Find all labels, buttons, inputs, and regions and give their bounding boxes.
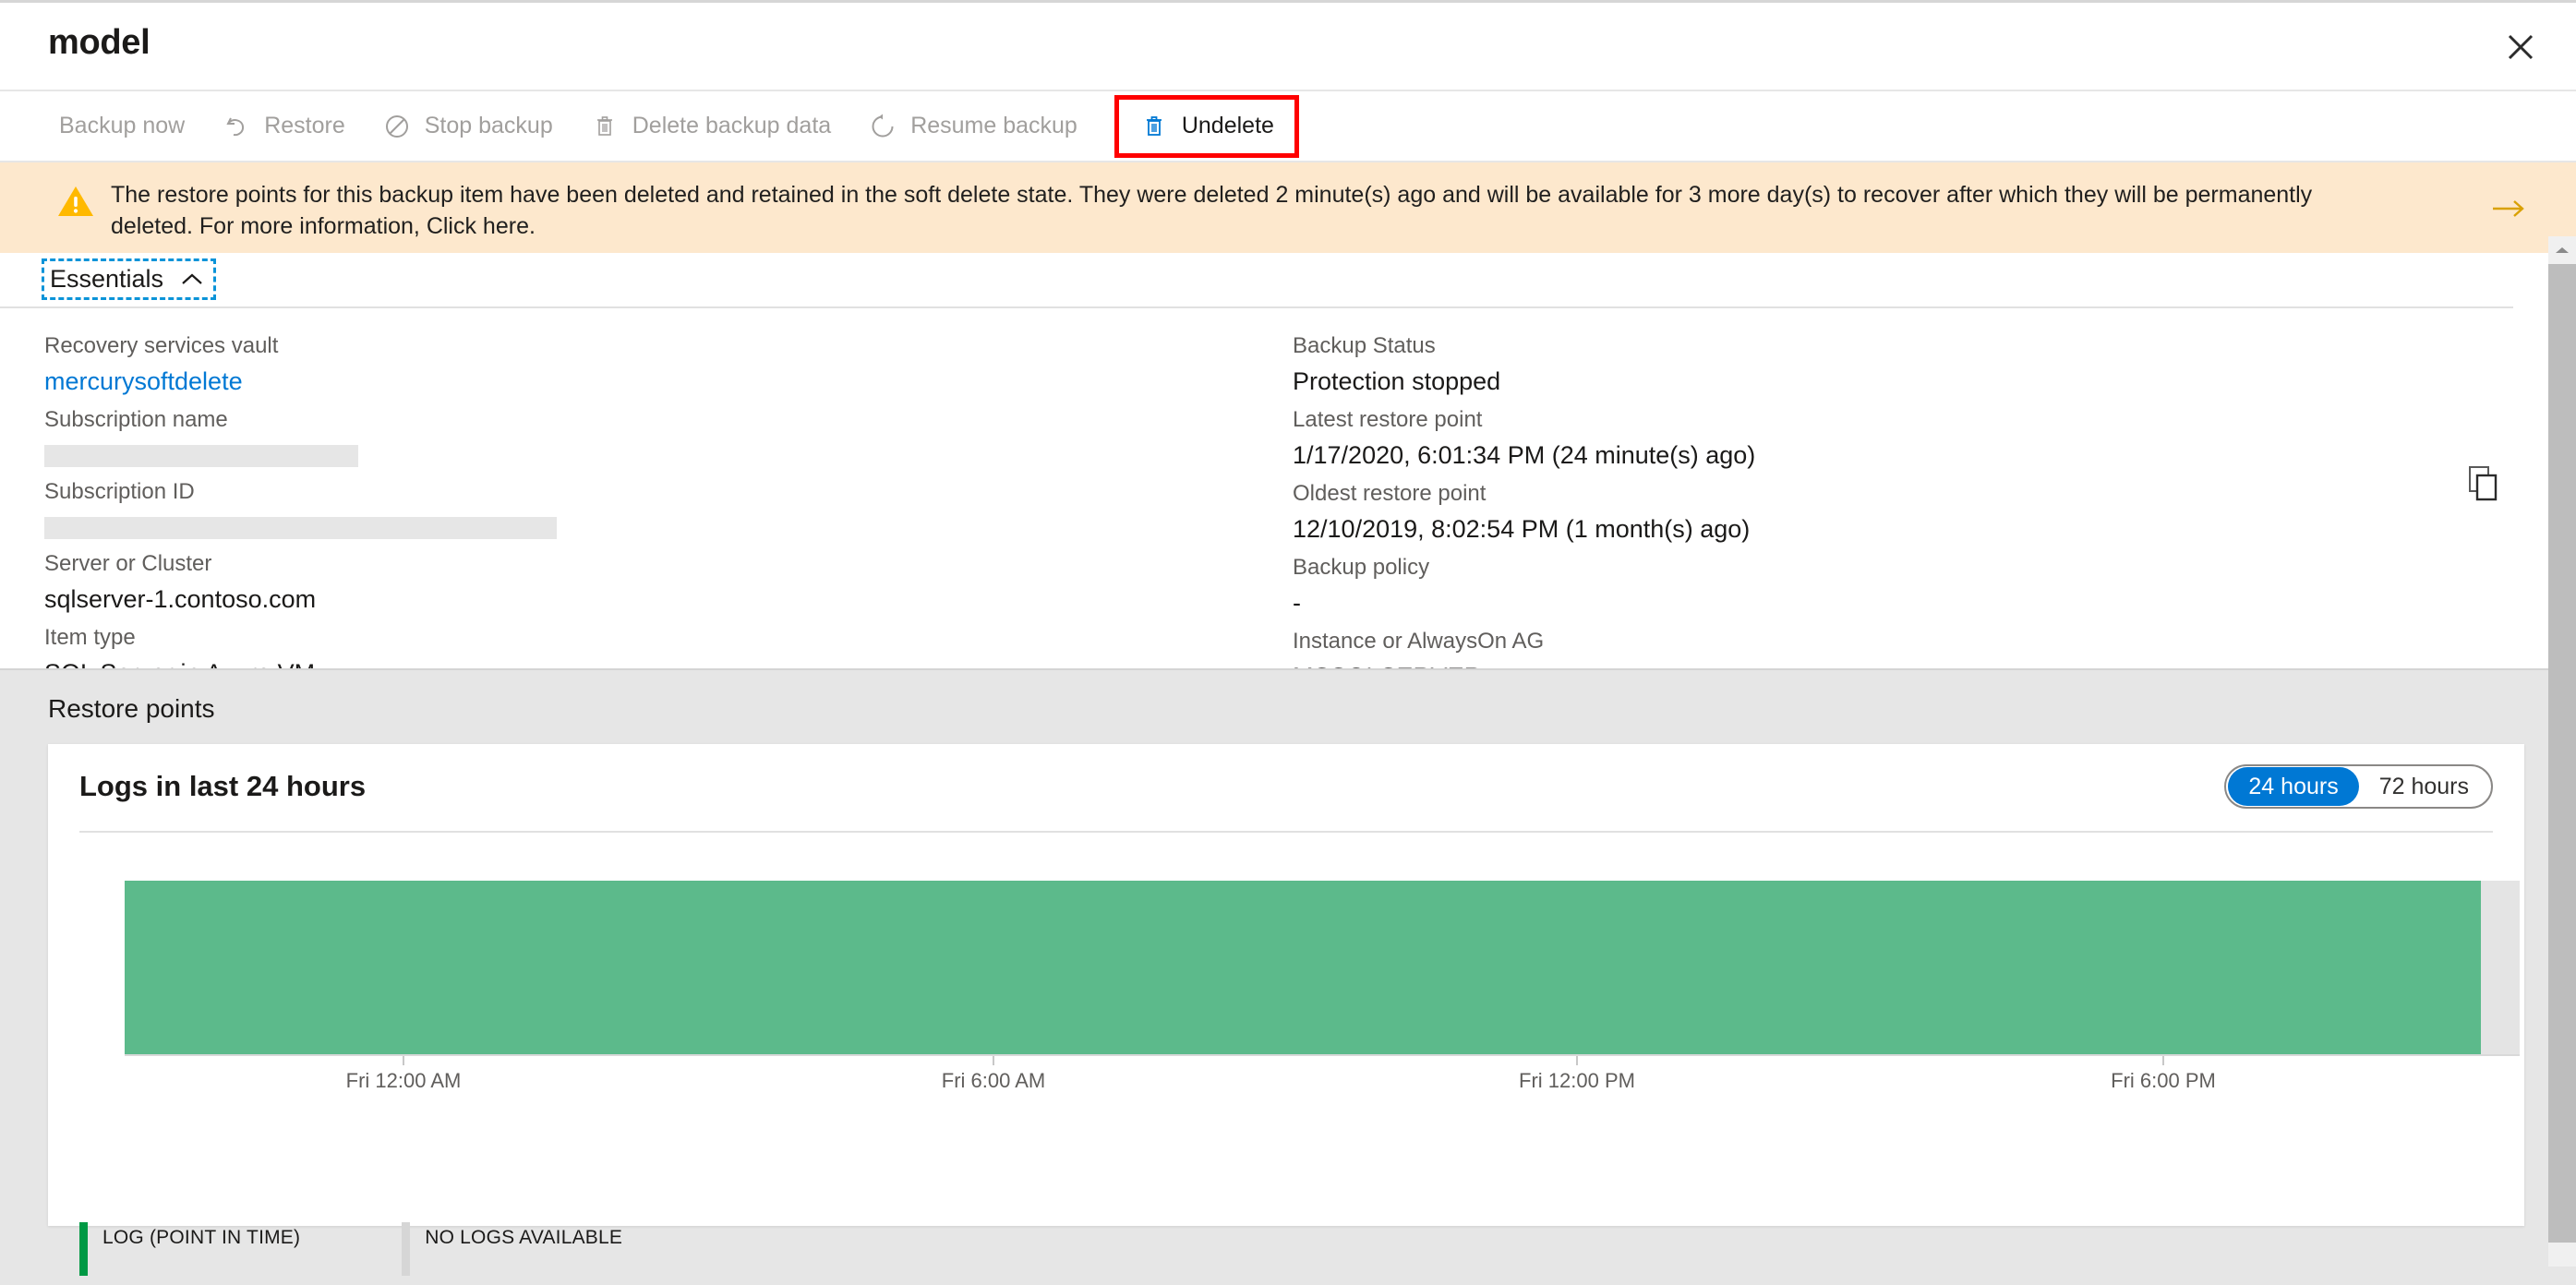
field-latest-restore-point: Latest restore point 1/17/2020, 6:01:34 … bbox=[1293, 402, 2354, 473]
field-label: Oldest restore point bbox=[1293, 481, 1487, 506]
trash-icon bbox=[590, 112, 620, 141]
restore-icon bbox=[222, 112, 251, 141]
x-axis-line bbox=[125, 1054, 2520, 1056]
field-recovery-services-vault: Recovery services vault mercurysoftdelet… bbox=[44, 329, 1152, 399]
field-server-or-cluster: Server or Cluster sqlserver-1.contoso.co… bbox=[44, 546, 1152, 617]
time-range-toggle[interactable]: 24 hours 72 hours bbox=[2224, 764, 2493, 809]
x-axis-tick bbox=[403, 1056, 404, 1065]
legend-item-no-logs-available[interactable]: NO LOGS AVAILABLE bbox=[402, 1222, 622, 1276]
field-value: 12/10/2019, 8:02:54 PM (1 month(s) ago) bbox=[1293, 515, 1751, 543]
scrollbar-thumb[interactable] bbox=[2548, 264, 2576, 1243]
field-subscription-name: Subscription name bbox=[44, 402, 1152, 467]
x-axis-tick bbox=[1576, 1056, 1578, 1065]
chart-header: Logs in last 24 hours 24 hours 72 hours bbox=[48, 744, 2524, 829]
field-value: 1/17/2020, 6:01:34 PM (24 minute(s) ago) bbox=[1293, 441, 1756, 469]
legend-label: NO LOGS AVAILABLE bbox=[425, 1227, 623, 1248]
field-backup-policy: Backup policy - bbox=[1293, 550, 2354, 620]
field-label: Server or Cluster bbox=[44, 551, 212, 576]
page-title: model bbox=[48, 23, 150, 62]
resume-icon bbox=[868, 112, 897, 141]
blade-titlebar: model bbox=[0, 3, 2576, 91]
x-axis-tick bbox=[993, 1056, 994, 1065]
field-label: Instance or AlwaysOn AG bbox=[1293, 629, 1545, 654]
command-label: Resume backup bbox=[910, 113, 1077, 138]
delete-backup-data-button[interactable]: Delete backup data bbox=[577, 101, 844, 152]
field-backup-status: Backup Status Protection stopped bbox=[1293, 329, 2354, 399]
warning-icon bbox=[55, 181, 96, 222]
trash-icon-blue bbox=[1139, 112, 1169, 141]
field-subscription-id: Subscription ID bbox=[44, 474, 1152, 539]
command-label: Stop backup bbox=[424, 113, 553, 138]
chart-title: Logs in last 24 hours bbox=[79, 770, 367, 802]
no-logs-available-bar bbox=[2481, 881, 2520, 1054]
x-axis-tick bbox=[2162, 1056, 2164, 1065]
field-label: Recovery services vault bbox=[44, 333, 279, 358]
redacted-value bbox=[44, 517, 557, 539]
x-axis-tick-label: Fri 12:00 PM bbox=[1519, 1069, 1635, 1092]
resume-backup-button[interactable]: Resume backup bbox=[855, 101, 1090, 152]
backup-item-blade: model Backup now Restore Stop backup Del… bbox=[0, 0, 2576, 1285]
redacted-value bbox=[44, 445, 358, 467]
recovery-services-vault-link[interactable]: mercurysoftdelete bbox=[44, 364, 1152, 399]
legend-item-log-point-in-time[interactable]: LOG (POINT IN TIME) bbox=[79, 1222, 300, 1276]
logs-chart-card: Logs in last 24 hours 24 hours 72 hours … bbox=[48, 744, 2524, 1276]
legend-swatch bbox=[402, 1222, 411, 1276]
range-option-24-hours[interactable]: 24 hours bbox=[2228, 767, 2359, 806]
chevron-up-icon bbox=[180, 270, 204, 289]
range-option-72-hours[interactable]: 72 hours bbox=[2359, 767, 2489, 806]
stop-backup-icon bbox=[382, 112, 412, 141]
essentials-right-column: Backup Status Protection stopped Latest … bbox=[1293, 329, 2354, 698]
blade-scrollbar[interactable] bbox=[2548, 236, 2576, 1267]
command-label: Undelete bbox=[1181, 113, 1274, 138]
field-label: Subscription name bbox=[44, 407, 228, 432]
undelete-button[interactable]: Undelete bbox=[1113, 94, 1299, 158]
banner-message: The restore points for this backup item … bbox=[111, 182, 2313, 239]
command-bar: Backup now Restore Stop backup Delete ba… bbox=[0, 91, 2576, 162]
field-label: Item type bbox=[44, 625, 136, 650]
field-oldest-restore-point: Oldest restore point 12/10/2019, 8:02:54… bbox=[1293, 476, 2354, 546]
x-axis-tick-label: Fri 6:00 AM bbox=[941, 1069, 1046, 1092]
essentials-left-column: Recovery services vault mercurysoftdelet… bbox=[44, 329, 1152, 694]
field-value: sqlserver-1.contoso.com bbox=[44, 585, 317, 613]
log-point-in-time-bar bbox=[125, 881, 2481, 1054]
field-label: Backup Status bbox=[1293, 333, 1436, 358]
command-label: Delete backup data bbox=[632, 113, 832, 138]
backup-now-button[interactable]: Backup now bbox=[46, 101, 198, 152]
caret-up-icon[interactable] bbox=[2548, 236, 2576, 264]
essentials-label: Essentials bbox=[50, 265, 164, 293]
x-axis-tick-label: Fri 12:00 AM bbox=[345, 1069, 462, 1092]
legend-label: LOG (POINT IN TIME) bbox=[102, 1227, 301, 1248]
restore-points-section: Restore points Logs in last 24 hours 24 … bbox=[0, 668, 2576, 1285]
copy-icon[interactable] bbox=[2467, 464, 2504, 505]
x-axis-tick-label: Fri 6:00 PM bbox=[2111, 1069, 2216, 1092]
logs-timeline-plot: Fri 12:00 AM Fri 6:00 AM Fri 12:00 PM Fr… bbox=[48, 846, 2524, 1276]
restore-button[interactable]: Restore bbox=[209, 101, 358, 152]
field-value: - bbox=[1293, 589, 1301, 617]
command-label: Backup now bbox=[59, 113, 186, 138]
field-label: Latest restore point bbox=[1293, 407, 1483, 432]
close-icon[interactable] bbox=[2493, 19, 2548, 75]
chart-divider bbox=[79, 831, 2493, 833]
command-label: Restore bbox=[264, 113, 345, 138]
field-label: Backup policy bbox=[1293, 555, 1430, 580]
arrow-right-icon[interactable] bbox=[2491, 196, 2528, 222]
essentials-toggle[interactable]: Essentials bbox=[42, 258, 217, 300]
field-value: Protection stopped bbox=[1293, 367, 1501, 395]
soft-delete-warning-banner: The restore points for this backup item … bbox=[0, 162, 2576, 253]
stop-backup-button[interactable]: Stop backup bbox=[369, 101, 566, 152]
essentials-panel: Recovery services vault mercurysoftdelet… bbox=[0, 308, 2576, 691]
legend-swatch bbox=[79, 1222, 88, 1276]
essentials-header: Essentials bbox=[0, 253, 2576, 306]
restore-points-title: Restore points bbox=[48, 694, 215, 723]
chart-legend: LOG (POINT IN TIME) NO LOGS AVAILABLE bbox=[48, 1222, 622, 1276]
field-label: Subscription ID bbox=[44, 479, 195, 504]
